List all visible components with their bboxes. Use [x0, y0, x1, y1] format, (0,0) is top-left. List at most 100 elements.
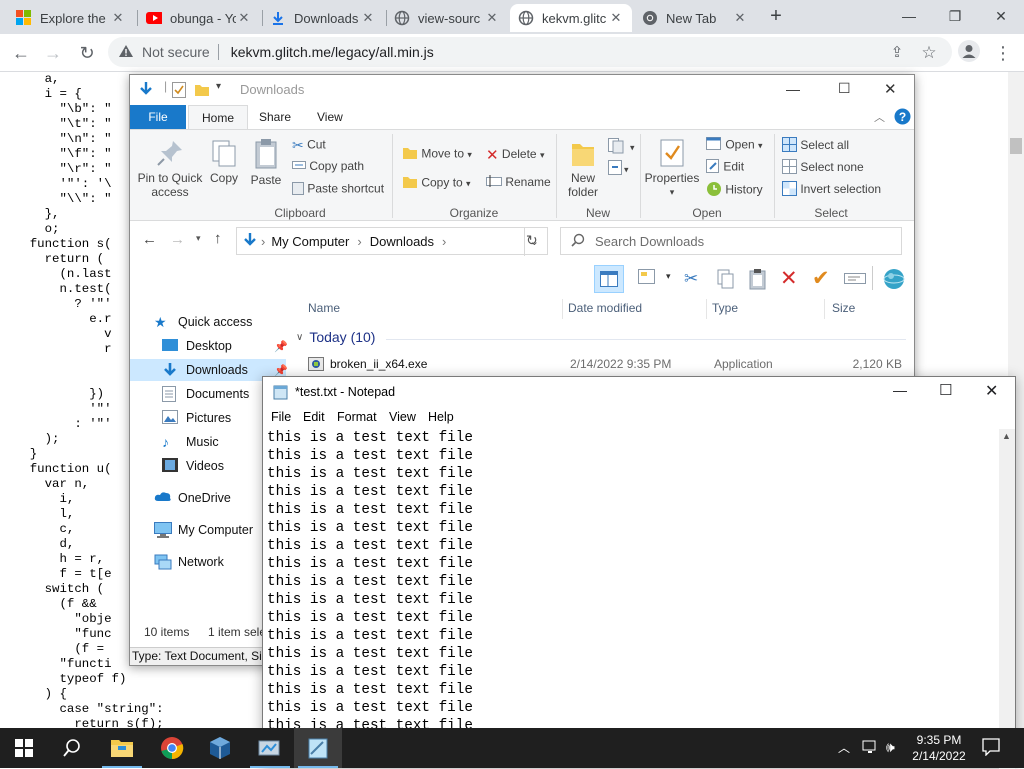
minimize-button[interactable]: —	[886, 0, 932, 32]
close-icon[interactable]: ✕	[360, 10, 376, 26]
open-button[interactable]: Open ▾	[706, 137, 763, 154]
edit-button[interactable]: Edit	[706, 159, 744, 176]
address-bar[interactable]: Not secure kekvm.glitch.me/legacy/all.mi…	[108, 37, 952, 67]
control-panel-taskbar-button[interactable]	[246, 728, 294, 768]
maximize-button[interactable]: ☐	[939, 381, 952, 399]
forward-arrow-icon[interactable]: →	[170, 231, 185, 248]
nav-pictures[interactable]: Pictures	[162, 407, 231, 429]
chrome-taskbar-button[interactable]	[148, 728, 196, 768]
scroll-up-icon[interactable]: ▲	[1002, 431, 1011, 441]
notepad-scrollbar[interactable]: ▲	[999, 429, 1015, 769]
nav-my-computer[interactable]: My Computer	[154, 519, 253, 541]
notepad-taskbar-button[interactable]	[294, 728, 342, 768]
menu-help[interactable]: Help	[428, 410, 454, 424]
system-clock[interactable]: 9:35 PM 2/14/2022	[900, 732, 978, 764]
share-icon[interactable]: ⇪	[884, 40, 910, 66]
menu-format[interactable]: Format	[337, 410, 377, 424]
nav-videos[interactable]: Videos	[162, 455, 224, 477]
ribbon-tab-file[interactable]: File	[130, 105, 186, 129]
history-button[interactable]: History	[706, 181, 763, 200]
column-header-size[interactable]: Size	[832, 301, 855, 315]
nav-network[interactable]: Network	[154, 551, 224, 573]
virtualbox-taskbar-button[interactable]	[196, 728, 244, 768]
copy-path-button[interactable]: Copy path	[292, 159, 364, 174]
ribbon-tab-view[interactable]: View	[304, 105, 356, 129]
paste-button[interactable]: Paste	[246, 138, 286, 187]
help-icon[interactable]: ?	[894, 108, 911, 128]
copy-to-button[interactable]: Copy to ▾	[402, 175, 471, 192]
start-button[interactable]	[0, 728, 48, 768]
copy-toolbar-icon[interactable]	[716, 269, 736, 292]
notepad-text-area[interactable]: this is a test text file this is a test t…	[263, 429, 999, 769]
breadcrumb-separator-icon[interactable]: ›	[442, 234, 446, 249]
ribbon-tab-share[interactable]: Share	[246, 105, 304, 129]
security-label[interactable]: Not secure	[142, 44, 210, 60]
menu-file[interactable]: File	[271, 410, 291, 424]
layout-dropdown-icon[interactable]: ▾	[666, 271, 671, 282]
refresh-icon[interactable]: ↻	[526, 232, 538, 249]
rename-toolbar-icon[interactable]	[844, 271, 866, 288]
delete-button[interactable]: ✕ Delete ▾	[486, 146, 544, 164]
maximize-button[interactable]: ☐	[838, 80, 851, 97]
close-icon[interactable]: ✕	[484, 10, 500, 26]
quick-access-down-arrow-icon[interactable]	[138, 81, 154, 100]
close-button[interactable]: ✕	[985, 381, 998, 401]
nav-documents[interactable]: Documents	[162, 383, 249, 405]
warning-icon[interactable]	[118, 44, 134, 61]
breadcrumb-my-computer[interactable]: My Computer	[271, 234, 349, 249]
easy-access-button[interactable]: ▾	[608, 160, 629, 179]
tab-view-source[interactable]: view-sourc ✕	[386, 4, 508, 32]
nav-music[interactable]: ♪ Music	[162, 431, 219, 453]
copy-button[interactable]: Copy	[206, 138, 242, 185]
new-folder-quick-icon[interactable]	[194, 82, 210, 101]
page-scrollbar-thumb[interactable]	[1010, 138, 1022, 154]
nav-onedrive[interactable]: OneDrive	[154, 487, 231, 509]
column-header-type[interactable]: Type	[712, 301, 738, 315]
reload-button[interactable]: ↻	[74, 40, 100, 66]
properties-button[interactable]: Properties ▾	[644, 138, 700, 199]
url-text[interactable]: kekvm.glitch.me/legacy/all.min.js	[231, 44, 434, 60]
properties-check-icon[interactable]: ✔	[812, 266, 830, 291]
breadcrumb-separator-icon[interactable]: ›	[261, 234, 265, 249]
invert-selection-button[interactable]: Invert selection	[782, 181, 881, 199]
file-explorer-taskbar-button[interactable]	[98, 728, 146, 768]
restore-button[interactable]: ❐	[932, 0, 978, 32]
explorer-address-bar[interactable]: › My Computer › Downloads › ⌄	[236, 227, 548, 255]
explorer-search-box[interactable]: Search Downloads	[560, 227, 902, 255]
recent-locations-icon[interactable]: ▾	[196, 233, 201, 244]
delete-toolbar-icon[interactable]: ✕	[780, 266, 798, 291]
pin-to-quick-access-button[interactable]: Pin to Quick access	[136, 138, 204, 199]
file-row[interactable]: broken_ii_x64.exe 2/14/2022 9:35 PM Appl…	[308, 355, 912, 375]
tab-explore[interactable]: Explore the ✕	[8, 4, 134, 32]
paste-shortcut-button[interactable]: Paste shortcut	[292, 181, 384, 198]
select-all-button[interactable]: Select all	[782, 137, 849, 155]
tab-new-tab[interactable]: New Tab ✕	[634, 4, 756, 32]
group-header-today[interactable]: ∨ Today (10)	[296, 329, 906, 345]
cut-toolbar-icon[interactable]: ✂	[684, 269, 698, 289]
menu-kebab-icon[interactable]: ⋮	[990, 40, 1016, 66]
network-globe-icon[interactable]	[882, 267, 906, 294]
close-icon[interactable]: ✕	[608, 10, 624, 26]
forward-button[interactable]: →	[40, 40, 66, 66]
paste-toolbar-icon[interactable]	[748, 268, 768, 293]
search-button[interactable]	[48, 728, 96, 768]
back-arrow-icon[interactable]: ←	[142, 231, 157, 248]
move-to-button[interactable]: Move to ▾	[402, 146, 472, 163]
quick-access-dropdown-icon[interactable]: ▾	[216, 81, 221, 92]
close-icon[interactable]: ✕	[110, 10, 126, 26]
menu-view[interactable]: View	[389, 410, 416, 424]
nav-desktop[interactable]: Desktop 📌	[162, 335, 288, 357]
tab-kekvm-active[interactable]: kekvm.glitc ✕	[510, 4, 632, 32]
close-icon[interactable]: ✕	[236, 10, 252, 26]
breadcrumb-separator-icon[interactable]: ›	[357, 234, 361, 249]
bookmark-star-icon[interactable]: ☆	[916, 40, 942, 66]
ribbon-tab-home[interactable]: Home	[188, 105, 249, 129]
minimize-button[interactable]: —	[786, 81, 800, 97]
menu-edit[interactable]: Edit	[303, 410, 325, 424]
breadcrumb-downloads[interactable]: Downloads	[370, 234, 434, 249]
cut-button[interactable]: ✂ Cut	[292, 137, 326, 154]
properties-quick-icon[interactable]	[172, 82, 186, 101]
column-header-name[interactable]: Name	[308, 301, 340, 315]
chevron-up-icon[interactable]: ︿	[838, 739, 850, 756]
tab-downloads[interactable]: Downloads ✕	[262, 4, 384, 32]
